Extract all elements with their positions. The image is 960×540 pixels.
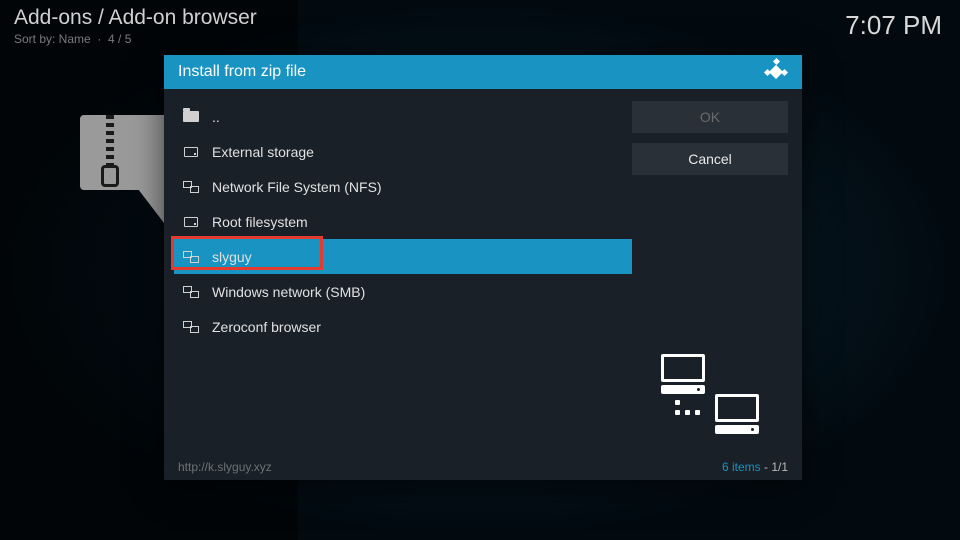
zip-install-icon: [80, 115, 170, 225]
list-item-zeroconf[interactable]: Zeroconf browser: [174, 309, 632, 344]
network-icon: [182, 180, 200, 194]
cancel-button[interactable]: Cancel: [632, 143, 788, 175]
side-panel: OK Cancel: [632, 89, 802, 454]
list-item-parent[interactable]: ..: [174, 99, 632, 134]
list-item-label: Windows network (SMB): [212, 284, 365, 300]
network-preview-icon: [655, 354, 765, 434]
sort-label: Sort by: Name: [14, 32, 91, 46]
list-item-slyguy[interactable]: slyguy: [174, 239, 632, 274]
header: Add-ons / Add-on browser Sort by: Name ·…: [14, 6, 257, 46]
list-item-label: External storage: [212, 144, 314, 160]
position-counter: 4 / 5: [108, 32, 131, 46]
list-item-external-storage[interactable]: External storage: [174, 134, 632, 169]
file-list: .. External storage Network File System …: [164, 89, 632, 454]
list-item-label: Zeroconf browser: [212, 319, 321, 335]
drive-icon: [182, 215, 200, 229]
list-item-smb[interactable]: Windows network (SMB): [174, 274, 632, 309]
kodi-logo-icon: [764, 60, 788, 84]
list-item-label: ..: [212, 109, 220, 125]
list-item-label: Network File System (NFS): [212, 179, 382, 195]
footer-count: 6 items - 1/1: [722, 460, 788, 474]
network-icon: [182, 320, 200, 334]
ok-button[interactable]: OK: [632, 101, 788, 133]
network-icon: [182, 285, 200, 299]
dialog-header: Install from zip file: [164, 55, 802, 89]
dot-sep: ·: [94, 32, 108, 46]
list-item-label: Root filesystem: [212, 214, 308, 230]
footer-path: http://k.slyguy.xyz: [178, 460, 272, 474]
drive-icon: [182, 145, 200, 159]
install-from-zip-dialog: Install from zip file .. External storag…: [164, 55, 802, 480]
dialog-body: .. External storage Network File System …: [164, 89, 802, 454]
network-icon: [182, 250, 200, 264]
breadcrumb: Add-ons / Add-on browser: [14, 6, 257, 30]
dialog-title: Install from zip file: [178, 63, 306, 81]
subheader: Sort by: Name · 4 / 5: [14, 32, 257, 46]
dialog-footer: http://k.slyguy.xyz 6 items - 1/1: [164, 454, 802, 480]
list-item-nfs[interactable]: Network File System (NFS): [174, 169, 632, 204]
footer-page: - 1/1: [764, 460, 788, 474]
clock: 7:07 PM: [845, 10, 942, 41]
folder-icon: [182, 110, 200, 124]
list-item-label: slyguy: [212, 249, 252, 265]
list-item-root-filesystem[interactable]: Root filesystem: [174, 204, 632, 239]
